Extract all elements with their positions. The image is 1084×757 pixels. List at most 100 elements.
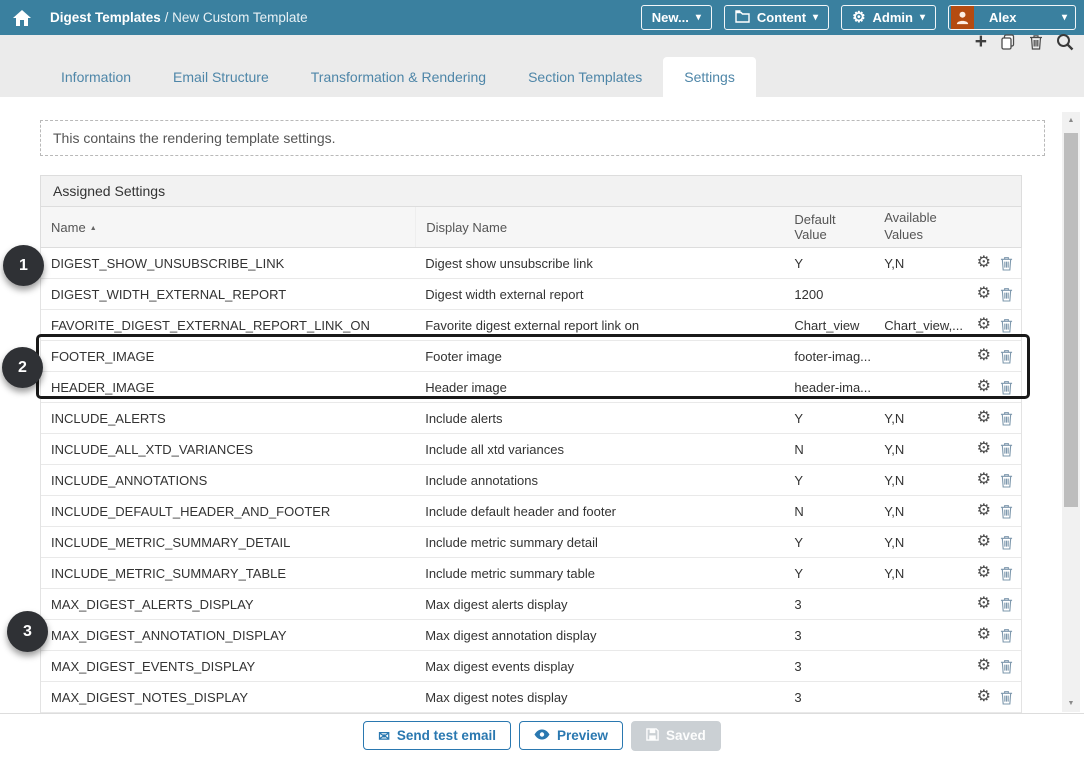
delete-setting-trash-icon[interactable] — [1000, 473, 1013, 488]
edit-setting-gear-icon[interactable]: ⚙ — [977, 255, 991, 271]
row-actions: ⚙ — [964, 627, 1021, 643]
search-icon[interactable] — [1056, 33, 1074, 51]
annotation-circle-1: 1 — [3, 245, 44, 286]
edit-setting-gear-icon[interactable]: ⚙ — [977, 503, 991, 519]
setting-default-value: Y — [784, 411, 874, 426]
setting-available-values: Y,N — [874, 504, 964, 519]
table-row: INCLUDE_DEFAULT_HEADER_AND_FOOTER Includ… — [41, 496, 1021, 527]
setting-available-values: Y,N — [874, 535, 964, 550]
delete-setting-trash-icon[interactable] — [1000, 504, 1013, 519]
setting-default-value: Y — [784, 256, 874, 271]
settings-panel: This contains the rendering template set… — [0, 97, 1084, 713]
setting-display-name: Favorite digest external report link on — [415, 318, 784, 333]
setting-available-values: Y,N — [874, 411, 964, 426]
setting-available-values: Y,N — [874, 442, 964, 457]
admin-menu-button[interactable]: ⚙ Admin ▾ — [841, 5, 936, 30]
delete-setting-trash-icon[interactable] — [1000, 566, 1013, 581]
delete-setting-trash-icon[interactable] — [1000, 597, 1013, 612]
delete-setting-trash-icon[interactable] — [1000, 256, 1013, 271]
edit-setting-gear-icon[interactable]: ⚙ — [977, 348, 991, 364]
edit-setting-gear-icon[interactable]: ⚙ — [977, 472, 991, 488]
copy-icon[interactable] — [1000, 34, 1016, 50]
table-row: FAVORITE_DIGEST_EXTERNAL_REPORT_LINK_ON … — [41, 310, 1021, 341]
table-row: INCLUDE_METRIC_SUMMARY_TABLE Include met… — [41, 558, 1021, 589]
saved-button[interactable]: Saved — [631, 721, 721, 751]
column-header-available-values[interactable]: Available Values — [874, 206, 964, 248]
scrollbar-up-arrow[interactable]: ▲ — [1062, 117, 1080, 124]
delete-icon[interactable] — [1029, 34, 1043, 50]
setting-default-value: footer-imag... — [784, 349, 874, 364]
delete-setting-trash-icon[interactable] — [1000, 535, 1013, 550]
eye-icon — [534, 728, 550, 743]
table-header-row: Name▲ Display Name Default Value Availab… — [40, 207, 1022, 248]
sort-ascending-icon: ▲ — [90, 225, 97, 232]
scrollbar-thumb[interactable] — [1064, 133, 1078, 507]
tab-settings[interactable]: Settings — [663, 57, 756, 97]
edit-setting-gear-icon[interactable]: ⚙ — [977, 627, 991, 643]
scrollbar-down-arrow[interactable]: ▼ — [1062, 700, 1080, 707]
assigned-settings-table: Assigned Settings Name▲ Display Name Def… — [40, 175, 1022, 713]
add-icon[interactable]: + — [975, 33, 987, 51]
preview-button[interactable]: Preview — [519, 721, 623, 750]
table-body: DIGEST_SHOW_UNSUBSCRIBE_LINK Digest show… — [40, 248, 1022, 713]
edit-setting-gear-icon[interactable]: ⚙ — [977, 596, 991, 612]
tab-email-structure[interactable]: Email Structure — [152, 57, 290, 97]
edit-setting-gear-icon[interactable]: ⚙ — [977, 441, 991, 457]
setting-name: INCLUDE_METRIC_SUMMARY_DETAIL — [41, 535, 415, 550]
topbar-actions: New... ▾ Content ▾ ⚙ Admin ▾ Alex ▾ — [641, 5, 1076, 30]
setting-name: DIGEST_SHOW_UNSUBSCRIBE_LINK — [41, 256, 415, 271]
tab-section-templates[interactable]: Section Templates — [507, 57, 663, 97]
new-button[interactable]: New... ▾ — [641, 5, 712, 30]
row-actions: ⚙ — [964, 441, 1021, 457]
delete-setting-trash-icon[interactable] — [1000, 349, 1013, 364]
tab-information[interactable]: Information — [40, 57, 152, 97]
setting-display-name: Digest width external report — [415, 287, 784, 302]
row-actions: ⚙ — [964, 689, 1021, 705]
table-row: MAX_DIGEST_ALERTS_DISPLAY Max digest ale… — [41, 589, 1021, 620]
column-header-name[interactable]: Name▲ — [41, 216, 415, 239]
setting-name: MAX_DIGEST_NOTES_DISPLAY — [41, 690, 415, 705]
setting-name: FAVORITE_DIGEST_EXTERNAL_REPORT_LINK_ON — [41, 318, 415, 333]
edit-setting-gear-icon[interactable]: ⚙ — [977, 658, 991, 674]
setting-available-values: Chart_view,... — [874, 318, 964, 333]
tab-transformation-rendering[interactable]: Transformation & Rendering — [290, 57, 507, 97]
content-menu-button[interactable]: Content ▾ — [724, 5, 829, 30]
table-row: HEADER_IMAGE Header image header-ima... … — [41, 372, 1021, 403]
setting-display-name: Header image — [415, 380, 784, 395]
edit-setting-gear-icon[interactable]: ⚙ — [977, 534, 991, 550]
send-test-email-button[interactable]: ✉ Send test email — [363, 721, 511, 750]
delete-setting-trash-icon[interactable] — [1000, 659, 1013, 674]
setting-display-name: Max digest annotation display — [415, 628, 784, 643]
vertical-scrollbar[interactable]: ▲ ▼ — [1062, 112, 1080, 712]
edit-setting-gear-icon[interactable]: ⚙ — [977, 286, 991, 302]
home-icon[interactable] — [13, 10, 31, 26]
envelope-icon: ✉ — [378, 729, 390, 743]
delete-setting-trash-icon[interactable] — [1000, 628, 1013, 643]
user-menu-button[interactable]: Alex ▾ — [948, 5, 1076, 30]
edit-setting-gear-icon[interactable]: ⚙ — [977, 317, 991, 333]
table-row: DIGEST_SHOW_UNSUBSCRIBE_LINK Digest show… — [41, 248, 1021, 279]
delete-setting-trash-icon[interactable] — [1000, 318, 1013, 333]
setting-name: INCLUDE_ALERTS — [41, 411, 415, 426]
setting-name: MAX_DIGEST_ALERTS_DISPLAY — [41, 597, 415, 612]
column-header-default-value[interactable]: Default Value — [784, 208, 874, 246]
row-actions: ⚙ — [964, 503, 1021, 519]
edit-setting-gear-icon[interactable]: ⚙ — [977, 410, 991, 426]
setting-display-name: Include metric summary table — [415, 566, 784, 581]
setting-display-name: Max digest alerts display — [415, 597, 784, 612]
setting-display-name: Include metric summary detail — [415, 535, 784, 550]
setting-available-values: Y,N — [874, 473, 964, 488]
breadcrumb: Digest Templates / New Custom Template — [50, 10, 308, 25]
delete-setting-trash-icon[interactable] — [1000, 690, 1013, 705]
delete-setting-trash-icon[interactable] — [1000, 380, 1013, 395]
edit-setting-gear-icon[interactable]: ⚙ — [977, 565, 991, 581]
row-actions: ⚙ — [964, 658, 1021, 674]
edit-setting-gear-icon[interactable]: ⚙ — [977, 689, 991, 705]
delete-setting-trash-icon[interactable] — [1000, 287, 1013, 302]
column-header-display-name[interactable]: Display Name — [415, 207, 784, 247]
edit-setting-gear-icon[interactable]: ⚙ — [977, 379, 991, 395]
delete-setting-trash-icon[interactable] — [1000, 442, 1013, 457]
delete-setting-trash-icon[interactable] — [1000, 411, 1013, 426]
breadcrumb-section[interactable]: Digest Templates — [50, 10, 161, 25]
setting-default-value: header-ima... — [784, 380, 874, 395]
